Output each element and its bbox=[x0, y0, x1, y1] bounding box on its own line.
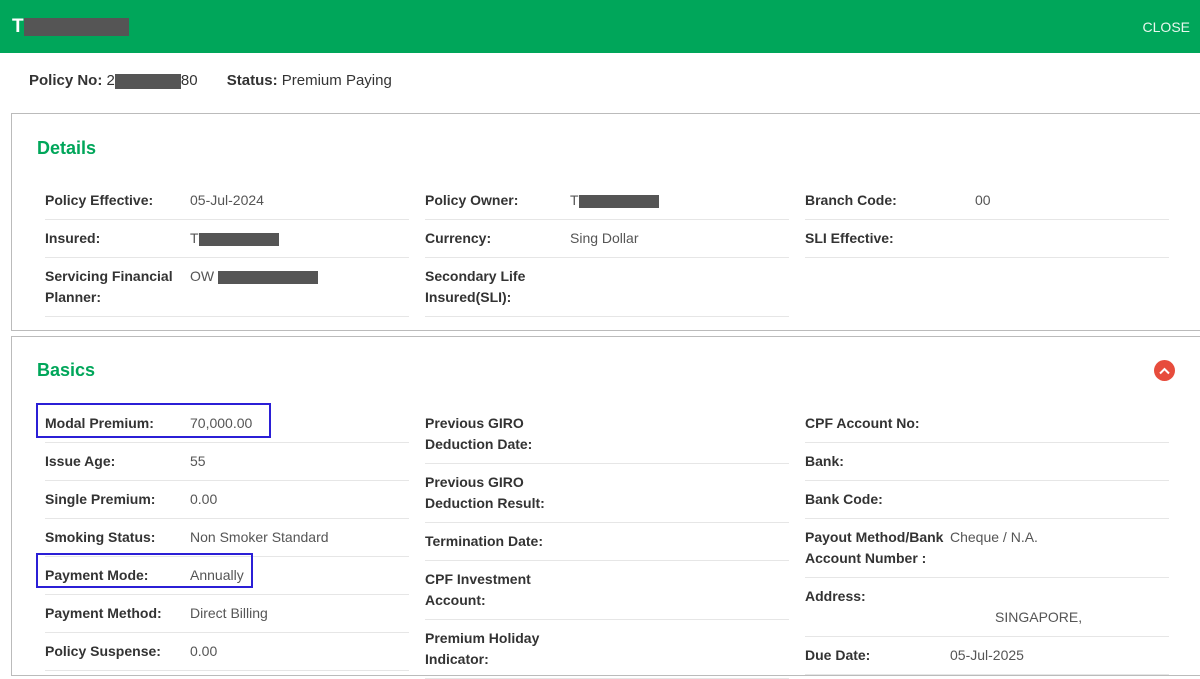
field-premium-holiday: Premium Holiday Indicator: bbox=[425, 620, 789, 679]
field-bank: Bank: bbox=[805, 443, 1169, 481]
field-payout-method: Payout Method/Bank Account Number : Chequ… bbox=[805, 519, 1169, 578]
details-column-1: Policy Effective: 05-Jul-2024 Insured: T S… bbox=[45, 182, 409, 317]
section-title: Details bbox=[37, 138, 97, 158]
policy-summary: Policy No: 2 80 Status: Premium Paying bbox=[29, 72, 392, 89]
field-single-premium: Single Premium: 0.00 bbox=[45, 481, 409, 519]
field-modal-premium: Modal Premium: 70,000.00 bbox=[45, 405, 409, 443]
field-currency: Currency: Sing Dollar bbox=[425, 220, 789, 258]
window-title: T bbox=[12, 16, 129, 38]
basics-column-1: Modal Premium: 70,000.00 Issue Age: 55 Sin… bbox=[45, 405, 409, 679]
basics-column-3: CPF Account No: Bank: Bank Code: Payout … bbox=[805, 405, 1169, 679]
field-cpf-account: CPF Account No: bbox=[805, 405, 1169, 443]
field-prev-giro-result: Previous GIRO Deduction Result: bbox=[425, 464, 789, 523]
field-insured: Insured: T bbox=[45, 220, 409, 258]
field-due-date: Due Date: 05-Jul-2025 bbox=[805, 637, 1169, 675]
policy-number: 2 80 bbox=[106, 72, 198, 89]
basics-section: Basics Modal Premium: 70,000.00 Issue Age… bbox=[11, 336, 1200, 679]
field-prev-giro-date: Previous GIRO Deduction Date: bbox=[425, 405, 789, 464]
section-title: Basics bbox=[37, 360, 96, 380]
field-payment-method: Payment Method: Direct Billing bbox=[45, 595, 409, 633]
field-policy-owner: Policy Owner: T bbox=[425, 182, 789, 220]
field-branch-code: Branch Code: 00 bbox=[805, 182, 1169, 220]
field-smoking-status: Smoking Status: Non Smoker Standard bbox=[45, 519, 409, 557]
field-cpf-investment: CPF Investment Account: bbox=[425, 561, 789, 620]
field-sli-effective: SLI Effective: bbox=[805, 220, 1169, 258]
field-issue-age: Issue Age: 55 bbox=[45, 443, 409, 481]
header-bar: T CLOSE bbox=[0, 0, 1200, 53]
details-column-2: Policy Owner: T Currency: Sing Dollar Seco… bbox=[425, 182, 789, 317]
collapse-button[interactable] bbox=[1154, 360, 1175, 381]
close-button[interactable]: CLOSE bbox=[1143, 19, 1190, 35]
field-policy-effective: Policy Effective: 05-Jul-2024 bbox=[45, 182, 409, 220]
details-column-3: Branch Code: 00 SLI Effective: bbox=[805, 182, 1169, 317]
chevron-up-icon bbox=[1159, 367, 1170, 374]
policy-status: Premium Paying bbox=[281, 72, 392, 89]
field-payment-mode: Payment Mode: Annually bbox=[45, 557, 409, 595]
field-sli: Secondary Life Insured(SLI): bbox=[425, 258, 789, 317]
field-bank-code: Bank Code: bbox=[805, 481, 1169, 519]
redacted-name bbox=[23, 17, 129, 36]
field-servicing-planner: Servicing Financial Planner: OW bbox=[45, 258, 409, 317]
field-policy-suspense: Policy Suspense: 0.00 bbox=[45, 633, 409, 671]
field-termination-date: Termination Date: bbox=[425, 523, 789, 561]
field-address: Address: SINGAPORE, bbox=[805, 578, 1169, 637]
basics-column-2: Previous GIRO Deduction Date: Previous G… bbox=[425, 405, 789, 679]
details-section: Details Policy Effective: 05-Jul-2024 Ins… bbox=[11, 113, 1200, 331]
